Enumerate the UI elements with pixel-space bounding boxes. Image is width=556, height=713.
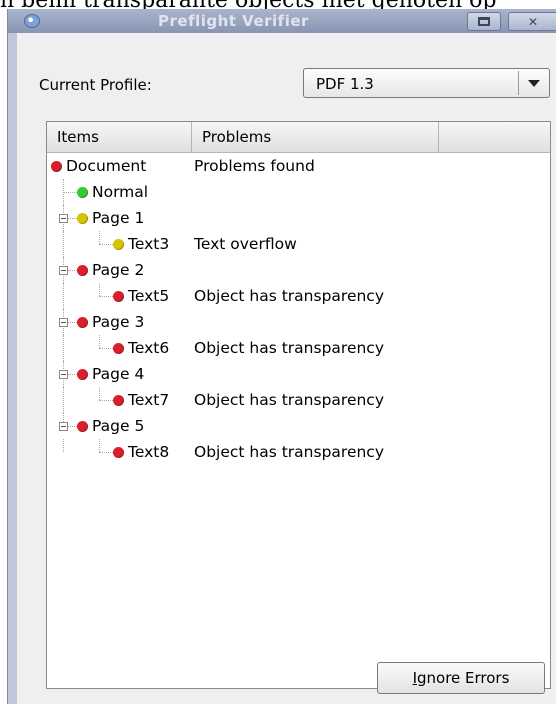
- tree-connector: [99, 452, 113, 454]
- tree-connector: [99, 244, 113, 246]
- tree-item-label: Text8: [128, 443, 170, 461]
- tree-item[interactable]: Text5: [113, 286, 169, 306]
- profile-select[interactable]: PDF 1.3: [303, 68, 550, 98]
- tree-item-label: Page 1: [92, 209, 145, 227]
- ignore-label: gnore Errors: [417, 669, 510, 687]
- status-bullet-icon: [113, 238, 124, 250]
- current-profile-label: Current Profile:: [39, 76, 152, 94]
- tree-row[interactable]: Text5 Object has transparency: [47, 283, 550, 309]
- tree-item-label: Normal: [92, 183, 149, 201]
- tree-item-label: Page 5: [92, 417, 145, 435]
- tree-item[interactable]: Text7: [113, 390, 169, 410]
- tree-item[interactable]: Page 3: [77, 312, 144, 332]
- tree-connector: [99, 296, 113, 298]
- tree-row[interactable]: Page 4: [47, 361, 550, 387]
- results-tree[interactable]: Items Problems Document Problems found Nor…: [46, 121, 551, 689]
- tree-item[interactable]: Document: [51, 156, 146, 176]
- tree-problem: Object has transparency: [194, 391, 385, 409]
- tree-item[interactable]: Text6: [113, 338, 169, 358]
- status-bullet-icon: [77, 212, 88, 224]
- tree-item-label: Text6: [128, 339, 170, 357]
- preflight-window: Preflight Verifier ✕ Current Profile: PD…: [7, 9, 556, 704]
- status-bullet-icon: [77, 186, 88, 198]
- column-header-filler: [439, 122, 550, 152]
- tree-problem: Object has transparency: [194, 443, 385, 461]
- window-title: Preflight Verifier: [158, 12, 309, 30]
- maximize-button[interactable]: [467, 12, 501, 31]
- tree-connector: [99, 231, 101, 244]
- close-icon: ✕: [527, 14, 539, 29]
- maximize-icon: [478, 17, 490, 26]
- tree-item[interactable]: Page 2: [77, 260, 144, 280]
- tree-problem: Object has transparency: [194, 339, 385, 357]
- tree-connector: [99, 335, 101, 348]
- tree-connector: [63, 192, 77, 194]
- collapse-icon[interactable]: [59, 370, 68, 379]
- tree-connector: [63, 335, 65, 361]
- tree-item[interactable]: Page 1: [77, 208, 144, 228]
- tree-connector: [63, 231, 65, 257]
- column-header-problems[interactable]: Problems: [192, 122, 439, 152]
- tree-item-label: Text5: [128, 287, 170, 305]
- tree-item-label: Page 2: [92, 261, 145, 279]
- select-separator: [518, 71, 519, 95]
- tree-connector: [63, 179, 65, 205]
- status-bullet-icon: [113, 394, 124, 406]
- tree-connector: [99, 348, 113, 350]
- tree-problem: Object has transparency: [194, 287, 385, 305]
- tree-row[interactable]: Page 1: [47, 205, 550, 231]
- dialog-panel: Current Profile: PDF 1.3 Items Problems …: [17, 33, 556, 704]
- profile-selected-value: PDF 1.3: [316, 75, 374, 93]
- column-header-items[interactable]: Items: [47, 122, 192, 152]
- tree-connector: [99, 283, 101, 296]
- tree-connector: [99, 439, 101, 452]
- collapse-icon[interactable]: [59, 318, 68, 327]
- tree-item-label: Text3: [128, 235, 170, 253]
- tree-item[interactable]: Normal: [77, 182, 148, 202]
- collapse-icon[interactable]: [59, 422, 68, 431]
- tree-item-label: Page 3: [92, 313, 145, 331]
- tree-item[interactable]: Text8: [113, 442, 169, 462]
- tree-connector: [63, 387, 65, 413]
- status-bullet-icon: [51, 160, 62, 172]
- tree-row[interactable]: Normal: [47, 179, 550, 205]
- tree-row[interactable]: Text7 Object has transparency: [47, 387, 550, 413]
- status-bullet-icon: [77, 420, 88, 432]
- tree-item[interactable]: Text3: [113, 234, 169, 254]
- tree-connector: [99, 400, 113, 402]
- tree-row[interactable]: Text8 Object has transparency: [47, 439, 550, 465]
- app-icon[interactable]: [24, 14, 40, 28]
- status-bullet-icon: [113, 446, 124, 458]
- status-bullet-icon: [77, 264, 88, 276]
- ignore-errors-button[interactable]: Ignore Errors: [377, 662, 545, 694]
- status-bullet-icon: [113, 342, 124, 354]
- collapse-icon[interactable]: [59, 214, 68, 223]
- chevron-down-icon[interactable]: [528, 80, 540, 87]
- tree-row[interactable]: Page 5: [47, 413, 550, 439]
- tree-row[interactable]: Document Problems found: [47, 153, 550, 179]
- collapse-icon[interactable]: [59, 266, 68, 275]
- close-button[interactable]: ✕: [508, 12, 556, 31]
- tree-item-label: Document: [66, 157, 147, 175]
- tree-item-label: Page 4: [92, 365, 145, 383]
- tree-connector: [63, 283, 65, 309]
- tree-item-label: Text7: [128, 391, 170, 409]
- titlebar[interactable]: Preflight Verifier ✕: [8, 9, 556, 33]
- tree-row[interactable]: Text3 Text overflow: [47, 231, 550, 257]
- tree-connector: [63, 439, 65, 452]
- tree-item[interactable]: Page 4: [77, 364, 144, 384]
- tree-row[interactable]: Page 3: [47, 309, 550, 335]
- tree-item[interactable]: Page 5: [77, 416, 144, 436]
- status-bullet-icon: [77, 316, 88, 328]
- tree-row[interactable]: Text6 Object has transparency: [47, 335, 550, 361]
- tree-connector: [99, 387, 101, 400]
- status-bullet-icon: [113, 290, 124, 302]
- tree-header: Items Problems: [47, 122, 550, 153]
- tree-problem: Problems found: [194, 157, 315, 175]
- status-bullet-icon: [77, 368, 88, 380]
- tree-row[interactable]: Page 2: [47, 257, 550, 283]
- tree-problem: Text overflow: [194, 235, 297, 253]
